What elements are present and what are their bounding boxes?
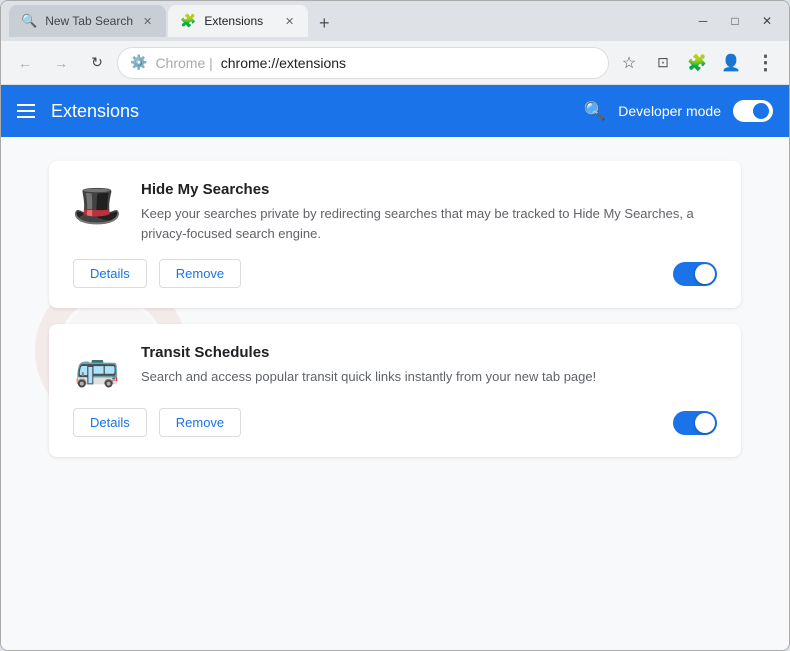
ext-info-1: Hide My Searches Keep your searches priv… [141, 181, 717, 243]
extensions-header: Extensions 🔍 Developer mode [1, 85, 789, 137]
transit-schedules-icon: 🚌 [73, 344, 121, 392]
screenshot-icon[interactable]: ⊡ [647, 47, 679, 79]
chrome-icon: ⚙️ [130, 54, 147, 71]
extension-card-transit-schedules: 🚌 Transit Schedules Search and access po… [49, 324, 741, 457]
address-separator: Chrome | [155, 55, 212, 71]
tab2-close-button[interactable]: ✕ [283, 13, 296, 30]
tab1-close-button[interactable]: ✕ [141, 13, 154, 30]
card-bottom-1: Details Remove [73, 259, 717, 288]
tabs-row: 🔍 New Tab Search ✕ 🧩 Extensions ✕ + [9, 5, 685, 37]
ext2-desc: Search and access popular transit quick … [141, 367, 717, 387]
hamburger-line3 [17, 116, 35, 118]
browser-window: 🔍 New Tab Search ✕ 🧩 Extensions ✕ + ─ □ … [0, 0, 790, 651]
address-bar[interactable]: ⚙️ Chrome | chrome://extensions [117, 47, 609, 79]
extensions-icon[interactable]: 🧩 [681, 47, 713, 79]
card-top-2: 🚌 Transit Schedules Search and access po… [73, 344, 717, 392]
close-button[interactable]: ✕ [753, 11, 781, 31]
account-icon[interactable]: 👤 [715, 47, 747, 79]
title-bar: 🔍 New Tab Search ✕ 🧩 Extensions ✕ + ─ □ … [1, 1, 789, 41]
minimize-button[interactable]: ─ [689, 11, 717, 31]
address-url: chrome://extensions [221, 55, 346, 71]
tab2-label: Extensions [204, 14, 275, 28]
tab1-icon: 🔍 [21, 13, 37, 29]
ext1-name: Hide My Searches [141, 181, 717, 198]
ext2-toggle[interactable] [673, 411, 717, 435]
forward-button[interactable]: → [45, 47, 77, 79]
reload-button[interactable]: ↻ [81, 47, 113, 79]
ext1-desc: Keep your searches private by redirectin… [141, 204, 717, 243]
header-search-icon[interactable]: 🔍 [584, 101, 606, 122]
ext-info-2: Transit Schedules Search and access popu… [141, 344, 717, 392]
bookmark-icon[interactable]: ☆ [613, 47, 645, 79]
main-content: fish.com 🎩 Hide My Searches Keep your se… [1, 137, 789, 650]
hamburger-line1 [17, 104, 35, 106]
ext1-toggle[interactable] [673, 262, 717, 286]
ext1-toggle-knob [695, 264, 715, 284]
ext2-toggle-knob [695, 413, 715, 433]
tab-new-tab-search[interactable]: 🔍 New Tab Search ✕ [9, 5, 166, 37]
maximize-button[interactable]: □ [721, 11, 749, 31]
header-right: 🔍 Developer mode [584, 100, 773, 122]
developer-mode-label: Developer mode [618, 103, 721, 119]
toggle-knob [753, 103, 769, 119]
back-button[interactable]: ← [9, 47, 41, 79]
new-tab-button[interactable]: + [310, 9, 338, 37]
nav-right-icons: ☆ ⊡ 🧩 👤 ⋮ [613, 47, 781, 79]
tab1-label: New Tab Search [45, 14, 133, 28]
nav-bar: ← → ↻ ⚙️ Chrome | chrome://extensions ☆ … [1, 41, 789, 85]
tab2-icon: 🧩 [180, 13, 196, 29]
ext2-remove-button[interactable]: Remove [159, 408, 241, 437]
extension-card-hide-my-searches: 🎩 Hide My Searches Keep your searches pr… [49, 161, 741, 308]
hide-my-searches-icon: 🎩 [73, 181, 121, 229]
hamburger-menu-button[interactable] [17, 104, 35, 118]
ext1-remove-button[interactable]: Remove [159, 259, 241, 288]
hamburger-line2 [17, 110, 35, 112]
tab-extensions[interactable]: 🧩 Extensions ✕ [168, 5, 308, 37]
card-bottom-2: Details Remove [73, 408, 717, 437]
ext2-details-button[interactable]: Details [73, 408, 147, 437]
window-controls: ─ □ ✕ [689, 11, 781, 31]
developer-mode-toggle[interactable] [733, 100, 773, 122]
ext1-details-button[interactable]: Details [73, 259, 147, 288]
menu-icon[interactable]: ⋮ [749, 47, 781, 79]
card-top-1: 🎩 Hide My Searches Keep your searches pr… [73, 181, 717, 243]
ext2-name: Transit Schedules [141, 344, 717, 361]
extensions-page-title: Extensions [51, 101, 139, 122]
